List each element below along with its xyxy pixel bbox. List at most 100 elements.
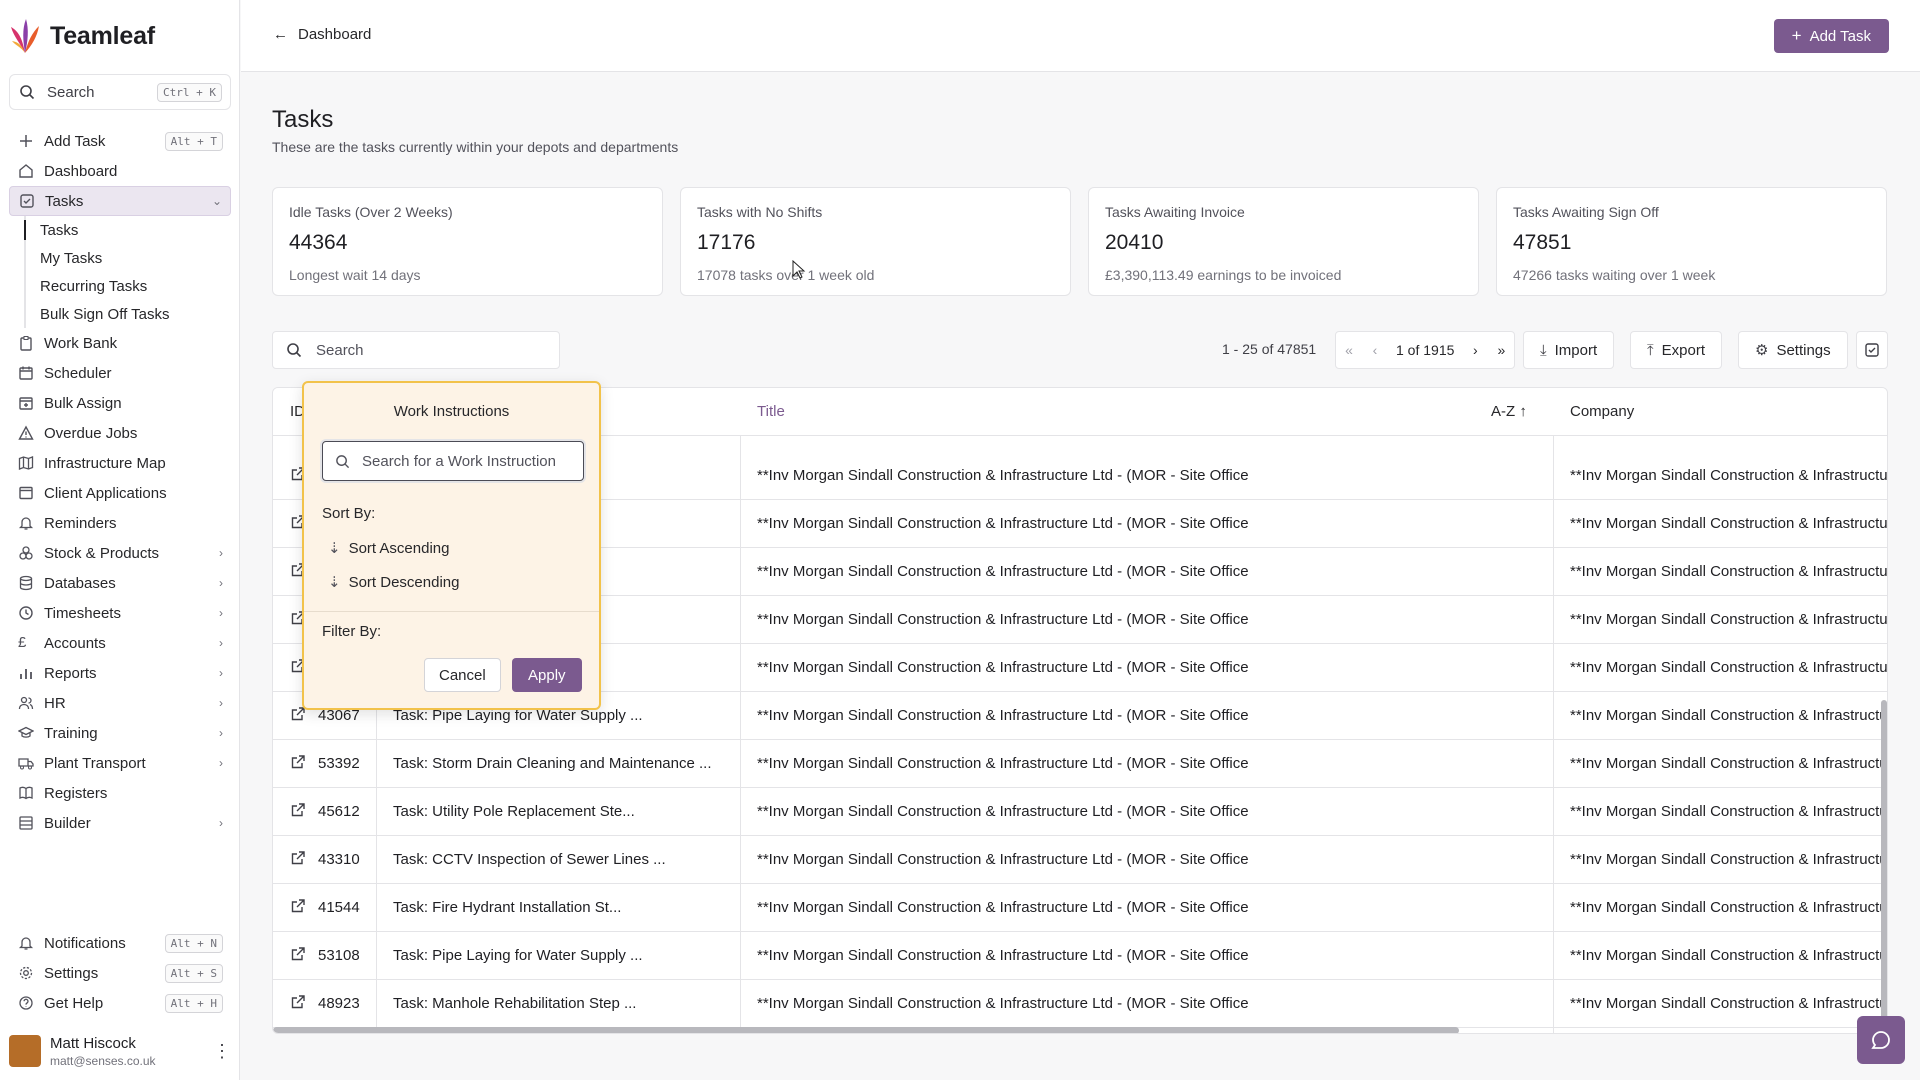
submenu-item-recurring-tasks[interactable]: Recurring Tasks: [40, 272, 231, 300]
table-search-input[interactable]: [316, 341, 536, 359]
sort-ascending-icon: ⇣: [328, 540, 341, 557]
sidebar-item-reminders[interactable]: Reminders: [9, 508, 231, 538]
add-task-button[interactable]: + Add Task: [1773, 19, 1889, 53]
table-row[interactable]: 41544 Task: Fire Hydrant Installation St.…: [273, 884, 1887, 932]
sidebar-item-accounts[interactable]: £ Accounts ›: [9, 628, 231, 658]
stat-note: £3,390,113.49 earnings to be invoiced: [1105, 267, 1342, 283]
cell-title: **Inv Morgan Sindall Construction & Infr…: [757, 515, 1249, 532]
cell-work-instruction: Task: Fire Hydrant Installation St...: [393, 899, 622, 916]
table-search[interactable]: [272, 331, 560, 369]
cell-work-instruction: Task: Utility Pole Replacement Ste...: [393, 803, 635, 820]
bell-icon: [18, 517, 34, 530]
submenu-item-my-tasks[interactable]: My Tasks: [40, 244, 231, 272]
sidebar-search[interactable]: Search Ctrl + K: [9, 74, 231, 110]
external-link-icon[interactable]: [290, 850, 306, 866]
stat-card-awaiting-invoice[interactable]: Tasks Awaiting Invoice 20410 £3,390,113.…: [1088, 187, 1479, 296]
sidebar-item-dashboard[interactable]: Dashboard: [9, 156, 231, 186]
work-instruction-search-input[interactable]: [362, 452, 572, 470]
submenu-item-tasks[interactable]: Tasks: [24, 216, 231, 244]
select-rows-button[interactable]: [1856, 331, 1888, 369]
sidebar-item-registers[interactable]: Registers: [9, 778, 231, 808]
stat-card-no-shifts[interactable]: Tasks with No Shifts 17176 17078 tasks o…: [680, 187, 1071, 296]
cell-work-instruction: Task: Manhole Rehabilitation Step ...: [393, 995, 637, 1012]
sidebar-item-notifications[interactable]: Notifications Alt + N: [9, 928, 231, 958]
sidebar-item-reports[interactable]: Reports ›: [9, 658, 231, 688]
sidebar-item-get-help[interactable]: Get Help Alt + H: [9, 988, 231, 1018]
cell-title: **Inv Morgan Sindall Construction & Infr…: [757, 899, 1249, 916]
gear-icon: ⚙: [1755, 342, 1769, 359]
chevron-right-icon: ›: [219, 546, 223, 560]
page-title: Tasks: [272, 106, 334, 133]
cell-id: 43310: [318, 851, 360, 868]
sidebar-item-add-task[interactable]: Add Task Alt + T: [9, 126, 231, 156]
sidebar-item-scheduler[interactable]: Scheduler: [9, 358, 231, 388]
teamleaf-logo-icon: [11, 19, 39, 53]
cancel-button[interactable]: Cancel: [424, 658, 501, 692]
external-link-icon[interactable]: [290, 946, 306, 962]
stat-card-awaiting-sign-off[interactable]: Tasks Awaiting Sign Off 47851 47266 task…: [1496, 187, 1887, 296]
cell-company: **Inv Morgan Sindall Construction & Infr…: [1570, 707, 1888, 724]
sort-descending-option[interactable]: ⇣ Sort Descending: [328, 573, 459, 592]
sidebar-item-timesheets[interactable]: Timesheets ›: [9, 598, 231, 628]
sort-ascending-option[interactable]: ⇣ Sort Ascending: [328, 539, 449, 558]
sort-indicator[interactable]: A-Z ↑: [1491, 403, 1527, 420]
prev-page-icon[interactable]: ‹: [1362, 342, 1388, 358]
sidebar-item-settings[interactable]: Settings Alt + S: [9, 958, 231, 988]
chevron-down-icon: ⌄: [211, 194, 222, 208]
cell-company: **Inv Morgan Sindall Construction & Infr…: [1570, 803, 1888, 820]
export-button[interactable]: ⤒ Export: [1630, 331, 1722, 369]
last-page-icon[interactable]: »: [1488, 342, 1514, 358]
sidebar-item-stock-products[interactable]: Stock & Products ›: [9, 538, 231, 568]
column-header-title[interactable]: Title: [757, 403, 785, 420]
user-profile[interactable]: Matt Hiscock matt@senses.co.uk ⋮: [9, 1032, 231, 1070]
table-settings-button[interactable]: ⚙ Settings: [1738, 331, 1848, 369]
submenu-item-bulk-sign-off[interactable]: Bulk Sign Off Tasks: [40, 300, 231, 328]
sidebar-item-tasks[interactable]: Tasks ⌄: [9, 186, 231, 216]
sidebar-item-infrastructure-map[interactable]: Infrastructure Map: [9, 448, 231, 478]
first-page-icon[interactable]: «: [1336, 342, 1362, 358]
sidebar-item-builder[interactable]: Builder ›: [9, 808, 231, 838]
gear-icon: [19, 966, 33, 980]
apply-button[interactable]: Apply: [512, 658, 582, 692]
chevron-right-icon: ›: [219, 636, 223, 650]
table-row[interactable]: 43310 Task: CCTV Inspection of Sewer Line…: [273, 836, 1887, 884]
table-row[interactable]: 45612 Task: Utility Pole Replacement Ste.…: [273, 788, 1887, 836]
sidebar-item-overdue-jobs[interactable]: Overdue Jobs: [9, 418, 231, 448]
stat-card-idle-tasks[interactable]: Idle Tasks (Over 2 Weeks) 44364 Longest …: [272, 187, 663, 296]
column-header-company[interactable]: Company: [1570, 403, 1634, 420]
chat-button[interactable]: [1857, 1016, 1905, 1064]
table-row[interactable]: 53392 Task: Storm Drain Cleaning and Main…: [273, 740, 1887, 788]
next-page-icon[interactable]: ›: [1462, 342, 1488, 358]
stat-note: 17078 tasks over 1 week old: [697, 267, 875, 283]
shortcut-badge: Alt + H: [164, 993, 223, 1013]
horizontal-scrollbar[interactable]: [273, 1027, 1459, 1033]
bell-icon: [18, 937, 34, 950]
sidebar-item-hr[interactable]: HR ›: [9, 688, 231, 718]
brand-name: Teamleaf: [50, 21, 155, 50]
vertical-scrollbar[interactable]: [1881, 700, 1887, 1030]
brand[interactable]: Teamleaf: [0, 0, 239, 72]
external-link-icon[interactable]: [290, 754, 306, 770]
cell-company: **Inv Morgan Sindall Construction & Infr…: [1570, 947, 1888, 964]
sidebar-item-training[interactable]: Training ›: [9, 718, 231, 748]
cell-work-instruction: Task: CCTV Inspection of Sewer Lines ...: [393, 851, 666, 868]
shortcut-badge: Alt + T: [164, 131, 223, 151]
bar-chart-icon: [20, 669, 32, 679]
external-link-icon[interactable]: [290, 994, 306, 1010]
sidebar-item-client-applications[interactable]: Client Applications: [9, 478, 231, 508]
table-row[interactable]: 53108 Task: Pipe Laying for Water Supply …: [273, 932, 1887, 980]
sidebar-item-plant-transport[interactable]: Plant Transport ›: [9, 748, 231, 778]
breadcrumb[interactable]: ← Dashboard: [273, 26, 371, 43]
more-vertical-icon[interactable]: ⋮: [213, 1041, 231, 1062]
search-icon: [287, 343, 302, 358]
breadcrumb-label: Dashboard: [298, 26, 372, 43]
external-link-icon[interactable]: [290, 802, 306, 818]
external-link-icon[interactable]: [290, 898, 306, 914]
sidebar-item-databases[interactable]: Databases ›: [9, 568, 231, 598]
work-instruction-search[interactable]: [322, 441, 584, 481]
import-button[interactable]: ⤓ Import: [1523, 331, 1615, 369]
table-row[interactable]: 48923 Task: Manhole Rehabilitation Step .…: [273, 980, 1887, 1028]
sidebar-item-bulk-assign[interactable]: Bulk Assign: [9, 388, 231, 418]
sidebar-item-work-bank[interactable]: Work Bank: [9, 328, 231, 358]
sidebar-item-label: Stock & Products: [44, 544, 160, 562]
